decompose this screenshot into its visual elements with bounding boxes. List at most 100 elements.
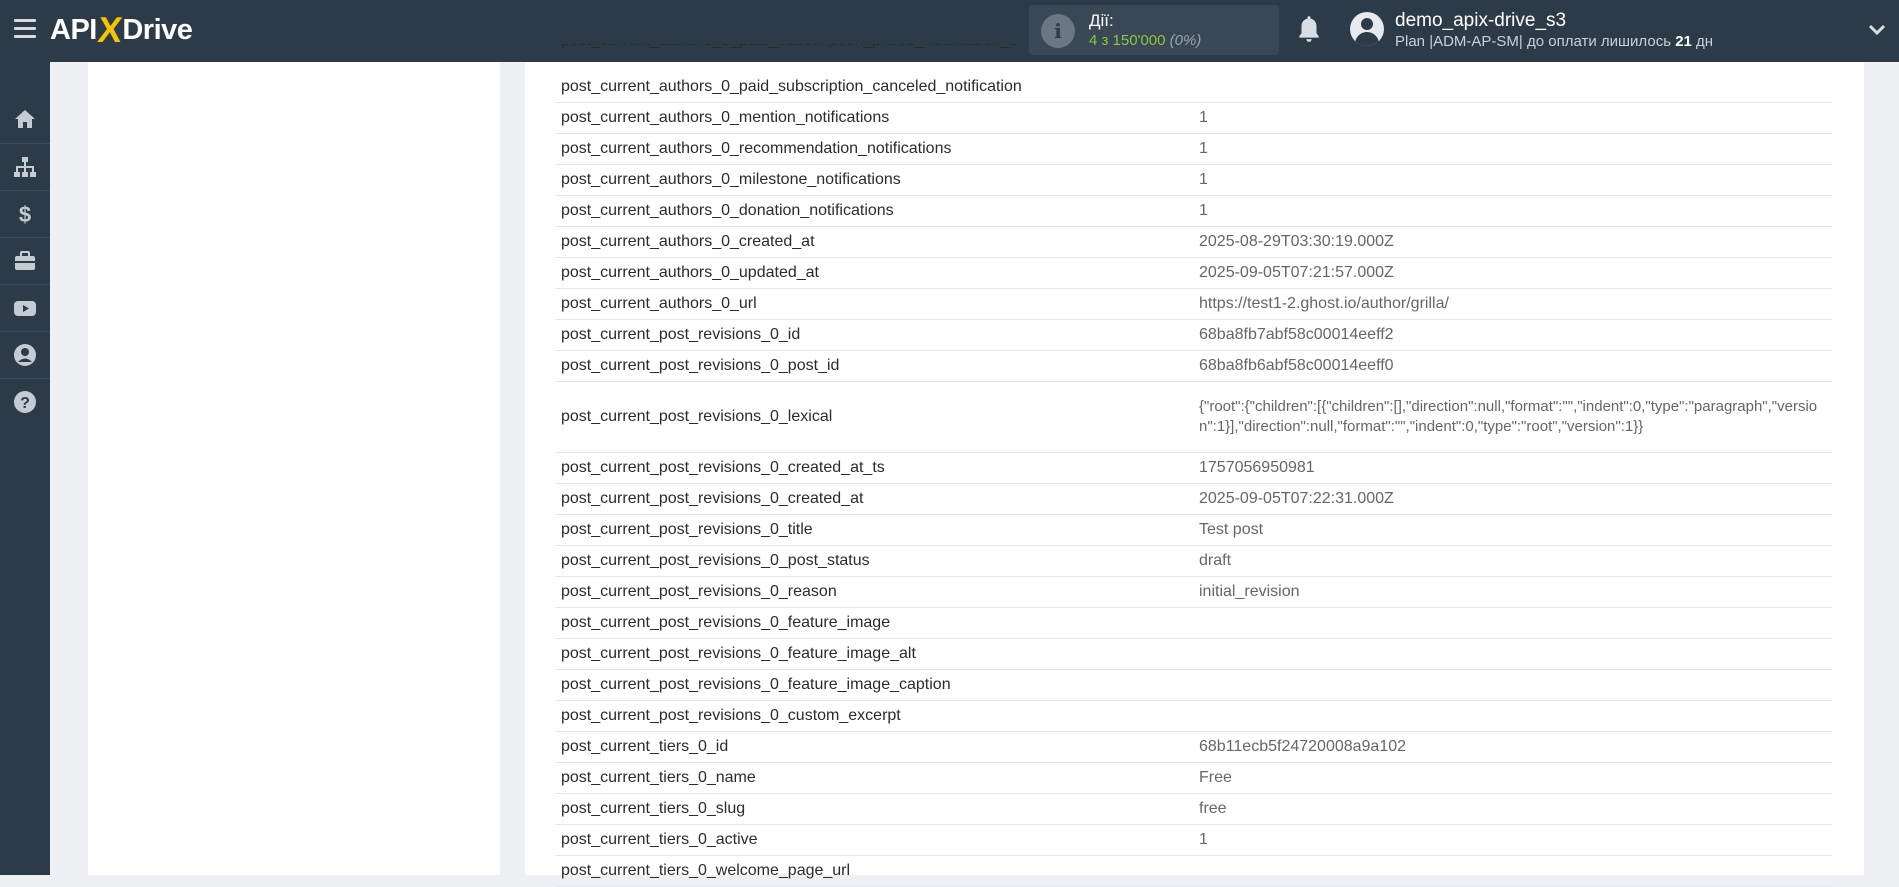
svg-text:?: ? [20, 395, 30, 412]
field-value: initial_revision [1193, 576, 1832, 608]
table-row: post_current_post_revisions_0_feature_im… [555, 669, 1832, 701]
info-icon: i [1041, 14, 1075, 48]
plan-prefix: Plan |ADM-AP-SM| до оплати лишилось [1395, 33, 1676, 50]
field-key: post_current_authors_0_mention_notificat… [555, 102, 1193, 134]
briefcase-icon[interactable] [0, 238, 50, 284]
table-row: post_current_authors_0_created_at 2025-08… [555, 226, 1832, 258]
field-key: post_current_tiers_0_name [555, 762, 1193, 794]
logo-drive: Drive [122, 13, 193, 46]
table-row: post_current_post_revisions_0_post_statu… [555, 545, 1832, 577]
table-row: post_current_authors_0_donation_notifica… [555, 195, 1832, 227]
field-value: Free [1193, 762, 1832, 794]
field-value: https://test1-2.ghost.io/author/grilla/ [1193, 288, 1832, 320]
field-value: 1 [1193, 133, 1832, 165]
youtube-icon[interactable] [0, 285, 50, 331]
table-row: post_current_authors_0_paid_subscription… [555, 72, 1832, 103]
field-value [1193, 669, 1832, 701]
dollar-icon[interactable]: $ [0, 191, 50, 237]
field-key: post_current_tiers_0_welcome_page_url [555, 855, 1193, 887]
field-key: post_current_post_revisions_0_feature_im… [555, 607, 1193, 639]
field-key: post_current_authors_0_updated_at [555, 257, 1193, 289]
field-value: 2025-09-05T07:22:31.000Z [1193, 483, 1832, 515]
user-circle-icon[interactable] [0, 332, 50, 378]
table-row: post_current_authors_0_updated_at 2025-09… [555, 257, 1832, 289]
field-key: post_current_post_revisions_0_title [555, 514, 1193, 546]
field-key: post_current_post_revisions_0_feature_im… [555, 669, 1193, 701]
help-icon[interactable]: ? [0, 379, 50, 425]
field-value: Test post [1193, 514, 1832, 546]
field-key: post_current_tiers_0_id [555, 731, 1193, 763]
table-row: post_current_post_revisions_0_created_at… [555, 452, 1832, 484]
field-value: {"root":{"children":[{"children":[],"dir… [1193, 381, 1832, 453]
field-key: post_current_post_revisions_0_lexical [555, 381, 1193, 453]
apix-drive-logo[interactable]: API X Drive [50, 9, 193, 50]
menu-icon[interactable] [14, 19, 36, 39]
field-value: 68ba8fb6abf58c00014eeff0 [1193, 350, 1832, 382]
fields-table: post_current_authors_0_paid_subscription… [555, 72, 1832, 887]
field-value [1193, 607, 1832, 639]
field-value: 68ba8fb7abf58c00014eeff2 [1193, 319, 1832, 351]
field-value: 1757056950981 [1193, 452, 1832, 484]
field-key: post_current_authors_0_paid_subscription… [555, 72, 1193, 103]
table-row: post_current_tiers_0_slug free [555, 793, 1832, 825]
plan-suffix: дн [1691, 33, 1714, 50]
sidebar: $ ? [0, 62, 50, 875]
actions-percent: (0%) [1169, 32, 1202, 49]
field-value: 2025-09-05T07:21:57.000Z [1193, 257, 1832, 289]
table-row: post_current_post_revisions_0_created_at… [555, 483, 1832, 515]
table-row: post_current_authors_0_recommendation_no… [555, 133, 1832, 165]
field-key: post_current_authors_0_created_at [555, 226, 1193, 258]
actions-label: Дії: [1089, 11, 1114, 30]
sitemap-icon[interactable] [0, 144, 50, 190]
table-row: post_current_post_revisions_0_lexical {"r… [555, 381, 1832, 453]
field-value: 1 [1193, 195, 1832, 227]
home-icon[interactable] [0, 96, 50, 142]
field-value: 1 [1193, 824, 1832, 856]
bell-icon[interactable] [1296, 14, 1322, 44]
table-row: post_current_post_revisions_0_feature_im… [555, 607, 1832, 639]
top-partial-key: post_current_authors_0_paid_subscription… [561, 44, 1018, 56]
top-partial-row: post_current_authors_0_paid_subscription… [561, 44, 1018, 62]
field-key: post_current_authors_0_milestone_notific… [555, 164, 1193, 196]
field-value [1193, 72, 1832, 103]
table-row: post_current_authors_0_url https://test1-… [555, 288, 1832, 320]
field-key: post_current_tiers_0_slug [555, 793, 1193, 825]
table-row: post_current_post_revisions_0_custom_exc… [555, 700, 1832, 732]
field-value: 2025-08-29T03:30:19.000Z [1193, 226, 1832, 258]
field-key: post_current_post_revisions_0_created_at… [555, 452, 1193, 484]
field-value: draft [1193, 545, 1832, 577]
table-row: post_current_authors_0_mention_notificat… [555, 102, 1832, 134]
chevron-down-icon[interactable] [1867, 20, 1887, 40]
field-key: post_current_post_revisions_0_post_statu… [555, 545, 1193, 577]
table-row: post_current_post_revisions_0_feature_im… [555, 638, 1832, 670]
avatar[interactable] [1350, 12, 1384, 46]
left-panel [88, 62, 500, 875]
table-row: post_current_tiers_0_id 68b11ecb5f2472000… [555, 731, 1832, 763]
field-value [1193, 855, 1832, 887]
actions-count-value: 4 з 150'000 [1089, 32, 1166, 49]
table-row: post_current_tiers_0_active 1 [555, 824, 1832, 856]
field-value: 1 [1193, 164, 1832, 196]
field-value: 68b11ecb5f24720008a9a102 [1193, 731, 1832, 763]
field-key: post_current_post_revisions_0_custom_exc… [555, 700, 1193, 732]
field-key: post_current_authors_0_donation_notifica… [555, 195, 1193, 227]
actions-count: 4 з 150'000 (0%) [1089, 32, 1201, 49]
table-row: post_current_post_revisions_0_title Test … [555, 514, 1832, 546]
field-key: post_current_post_revisions_0_feature_im… [555, 638, 1193, 670]
table-row: post_current_tiers_0_welcome_page_url [555, 855, 1832, 887]
field-value: free [1193, 793, 1832, 825]
field-key: post_current_post_revisions_0_post_id [555, 350, 1193, 382]
plan-info: Plan |ADM-AP-SM| до оплати лишилось 21 д… [1395, 33, 1713, 50]
svg-text:$: $ [19, 202, 31, 226]
username[interactable]: demo_apix-drive_s3 [1395, 10, 1566, 32]
field-value: 1 [1193, 102, 1832, 134]
field-key: post_current_post_revisions_0_id [555, 319, 1193, 351]
plan-days: 21 [1675, 33, 1692, 50]
table-row: post_current_authors_0_milestone_notific… [555, 164, 1832, 196]
table-row: post_current_tiers_0_name Free [555, 762, 1832, 794]
actions-counter[interactable]: i Дії: 4 з 150'000 (0%) [1029, 5, 1279, 55]
field-key: post_current_tiers_0_active [555, 824, 1193, 856]
field-key: post_current_authors_0_url [555, 288, 1193, 320]
table-row: post_current_post_revisions_0_post_id 68b… [555, 350, 1832, 382]
table-row: post_current_post_revisions_0_id 68ba8fb7… [555, 319, 1832, 351]
